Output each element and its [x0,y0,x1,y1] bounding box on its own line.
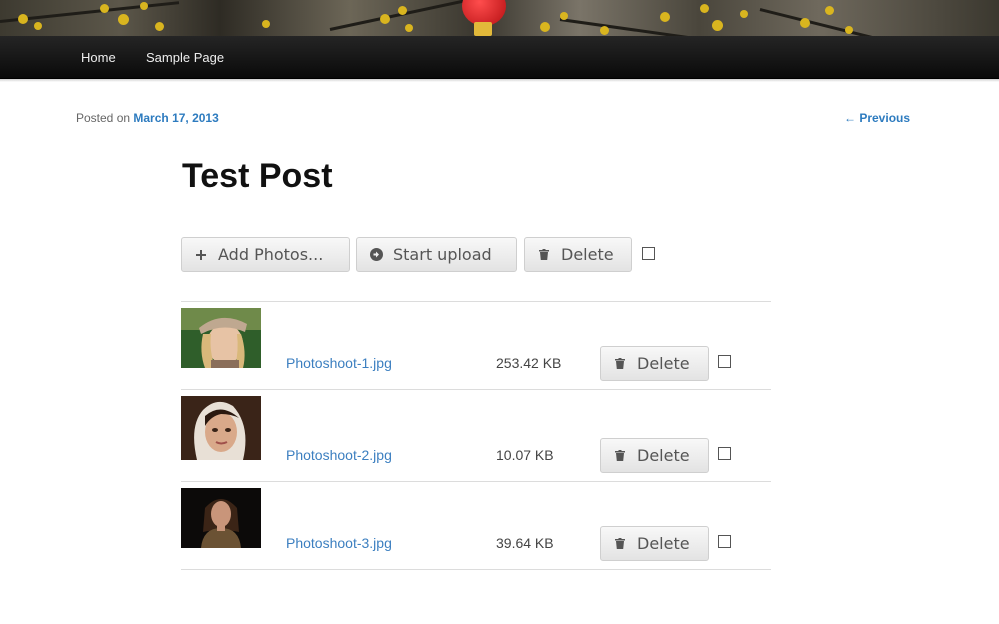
trash-icon [613,357,627,371]
table-divider [181,301,771,302]
add-photos-label: Add Photos... [218,245,324,264]
file-link[interactable]: Photoshoot-3.jpg [286,535,392,551]
select-all-checkbox[interactable] [642,247,655,260]
table-divider [181,481,771,482]
delete-file-button[interactable]: Delete [600,526,709,561]
start-upload-label: Start upload [393,245,492,264]
previous-post-link[interactable]: ← Previous [844,111,910,125]
file-select-checkbox[interactable] [718,535,731,548]
delete-file-button[interactable]: Delete [600,438,709,473]
photo-thumbnail[interactable] [181,308,261,368]
delete-file-label: Delete [637,446,690,465]
entry-meta: Posted on March 17, 2013 [76,111,219,125]
file-select-checkbox[interactable] [718,355,731,368]
trash-icon [613,449,627,463]
delete-all-button[interactable]: Delete [524,237,632,272]
file-size: 39.64 KB [496,535,554,551]
post-date-link[interactable]: March 17, 2013 [133,111,218,125]
nav-item-sample-page[interactable]: Sample Page [146,36,224,79]
posted-on-label: Posted on [76,111,131,125]
file-select-checkbox[interactable] [718,447,731,460]
main-navigation: Home Sample Page [0,36,999,79]
trash-icon [613,537,627,551]
delete-file-label: Delete [637,354,690,373]
file-link[interactable]: Photoshoot-1.jpg [286,355,392,371]
table-divider [181,569,771,570]
file-size: 253.42 KB [496,355,562,371]
navbar-shadow [0,79,999,82]
photo-thumbnail[interactable] [181,396,261,460]
trash-icon [537,248,551,262]
delete-file-label: Delete [637,534,690,553]
plus-icon [194,248,208,262]
arrow-circle-icon [369,248,383,262]
delete-all-label: Delete [561,245,614,264]
table-divider [181,389,771,390]
file-size: 10.07 KB [496,447,554,463]
photo-thumbnail[interactable] [181,488,261,548]
start-upload-button[interactable]: Start upload [356,237,517,272]
header-banner-image [0,0,999,36]
page-title: Test Post [182,157,333,195]
nav-item-home[interactable]: Home [81,36,116,79]
delete-file-button[interactable]: Delete [600,346,709,381]
file-link[interactable]: Photoshoot-2.jpg [286,447,392,463]
add-photos-button[interactable]: Add Photos... [181,237,350,272]
